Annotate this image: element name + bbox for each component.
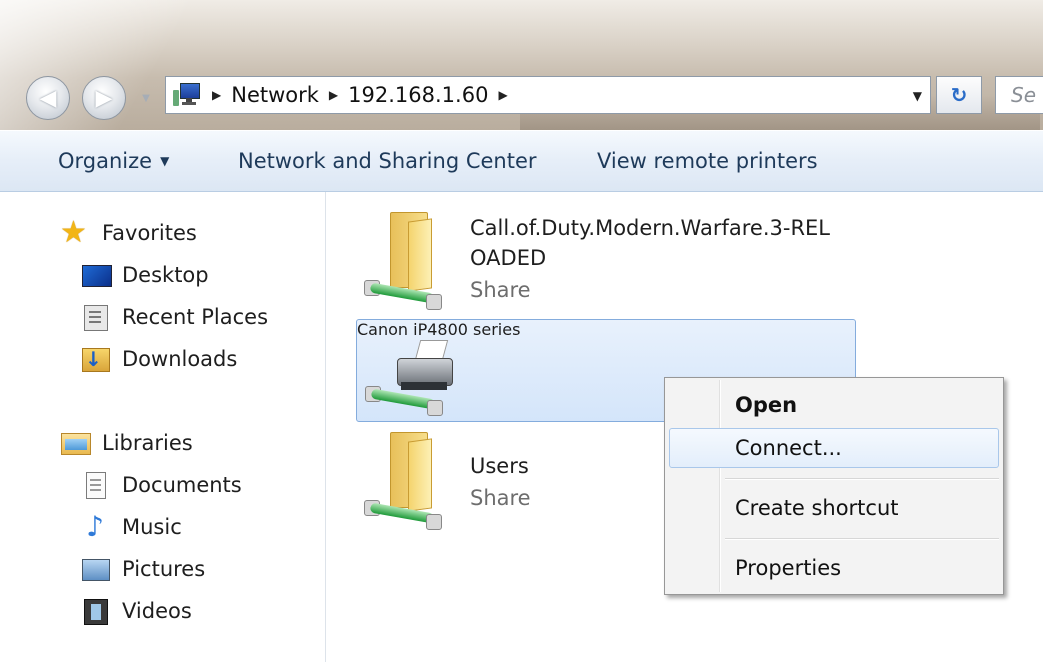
- view-remote-printers-button[interactable]: View remote printers: [597, 149, 818, 173]
- network-cable-icon: [365, 386, 445, 416]
- videos-icon: [80, 596, 110, 626]
- nav-item-music[interactable]: ♪ Music: [80, 512, 182, 542]
- nav-item-label: Documents: [122, 473, 242, 497]
- nav-item-videos[interactable]: Videos: [80, 596, 192, 626]
- nav-item-label: Pictures: [122, 557, 206, 581]
- back-button[interactable]: ◀: [26, 76, 70, 120]
- nav-favorites[interactable]: ★ Favorites: [60, 218, 197, 248]
- nav-item-documents[interactable]: Documents: [80, 470, 242, 500]
- share-type: Share: [470, 486, 531, 510]
- refresh-button[interactable]: ↻: [936, 76, 982, 114]
- refresh-icon: ↻: [950, 83, 968, 107]
- chevron-down-icon: ▼: [160, 154, 170, 168]
- libraries-icon: [60, 428, 91, 458]
- nav-item-desktop[interactable]: Desktop: [80, 260, 209, 290]
- back-arrow-icon: ◀: [39, 85, 57, 111]
- share-name-continued: OADED: [470, 246, 547, 270]
- documents-icon: [80, 470, 110, 500]
- downloads-icon: [80, 344, 110, 374]
- network-cable-icon: [364, 500, 444, 530]
- address-bar[interactable]: ▶ Network ▶ 192.168.1.60 ▶ ▼: [165, 76, 931, 114]
- nav-libraries-label: Libraries: [102, 431, 193, 455]
- network-computer-icon: [172, 80, 202, 110]
- nav-item-label: Downloads: [122, 347, 238, 371]
- search-input[interactable]: Se: [995, 76, 1043, 114]
- menu-item-connect[interactable]: Connect...: [669, 428, 999, 468]
- organize-label: Organize: [58, 149, 153, 173]
- window-chrome: ◀ ▶ ▼ ▶ Network ▶ 192.168.1.60 ▶ ▼ ↻ Se: [0, 0, 1043, 130]
- menu-item-open[interactable]: Open: [669, 385, 999, 425]
- share-item-call-of-duty[interactable]: Call.of.Duty.Modern.Warfare.3-REL OADED …: [356, 208, 856, 312]
- nav-item-label: Music: [122, 515, 182, 539]
- address-dropdown-icon[interactable]: ▼: [913, 89, 922, 103]
- menu-separator: [725, 478, 999, 480]
- recent-places-icon: [80, 302, 110, 332]
- pictures-icon: [80, 554, 110, 584]
- command-bar: Organize ▼ Network and Sharing Center Vie…: [0, 130, 1043, 192]
- breadcrumb-host[interactable]: 192.168.1.60: [348, 83, 488, 107]
- nav-libraries[interactable]: Libraries: [60, 428, 193, 458]
- share-name: Call.of.Duty.Modern.Warfare.3-REL: [470, 216, 831, 240]
- context-menu: Open Connect... Create shortcut Properti…: [664, 377, 1004, 595]
- nav-item-pictures[interactable]: Pictures: [80, 554, 205, 584]
- star-icon: ★: [60, 215, 87, 250]
- breadcrumb-chevron-icon[interactable]: ▶: [498, 88, 507, 102]
- forward-arrow-icon: ▶: [95, 85, 113, 111]
- menu-item-properties[interactable]: Properties: [669, 548, 999, 588]
- breadcrumb-network[interactable]: Network: [231, 83, 319, 107]
- music-note-icon: ♪: [86, 510, 104, 543]
- share-name: Users: [470, 454, 529, 478]
- network-cable-icon: [364, 280, 444, 310]
- nav-item-label: Desktop: [122, 263, 209, 287]
- nav-favorites-label: Favorites: [102, 221, 197, 245]
- navigation-pane: ★ Favorites Desktop Recent Places Downlo…: [0, 192, 326, 662]
- nav-item-downloads[interactable]: Downloads: [80, 344, 237, 374]
- nav-item-recent-places[interactable]: Recent Places: [80, 302, 268, 332]
- share-type: Share: [470, 278, 531, 302]
- organize-button[interactable]: Organize ▼: [58, 149, 169, 173]
- menu-item-create-shortcut[interactable]: Create shortcut: [669, 488, 999, 528]
- menu-separator: [725, 538, 999, 540]
- desktop-icon: [80, 260, 112, 290]
- network-sharing-center-button[interactable]: Network and Sharing Center: [238, 149, 537, 173]
- breadcrumb-chevron-icon[interactable]: ▶: [329, 88, 338, 102]
- recent-pages-dropdown[interactable]: ▼: [139, 92, 153, 106]
- nav-item-label: Videos: [122, 599, 192, 623]
- nav-item-label: Recent Places: [122, 305, 269, 329]
- breadcrumb-chevron-icon[interactable]: ▶: [212, 88, 221, 102]
- forward-button[interactable]: ▶: [82, 76, 126, 120]
